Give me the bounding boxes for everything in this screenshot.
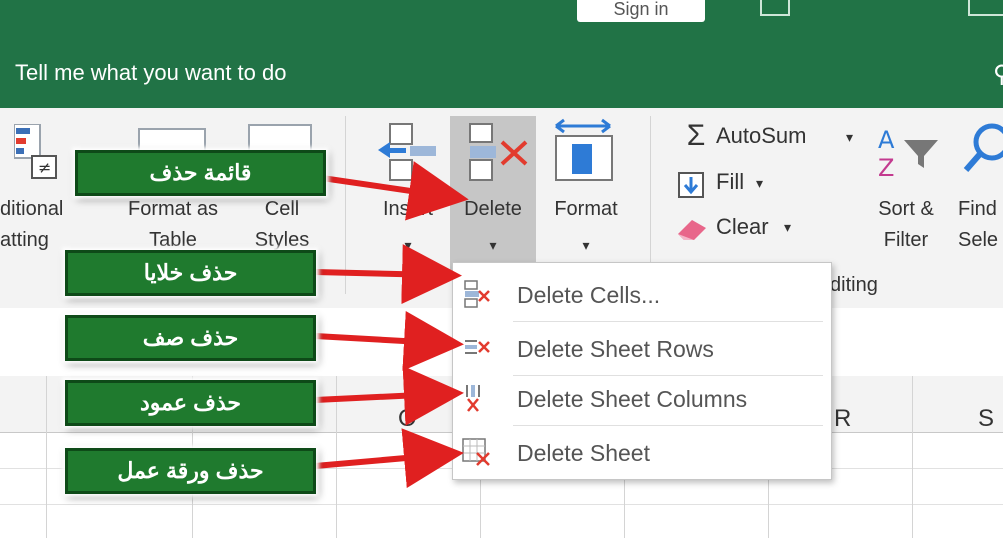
arrow-to-delete-columns	[314, 365, 464, 426]
callout-delete-column: حذف عمود	[65, 380, 316, 426]
arrow-to-delete-rows	[314, 311, 464, 371]
arrow-to-delete-cells	[314, 244, 462, 305]
callout-delete-menu: قائمة حذف	[75, 150, 326, 196]
arrow-to-delete-button	[321, 161, 469, 221]
arrow-to-delete-sheet	[314, 428, 464, 489]
callout-delete-sheet: حذف ورقة عمل	[65, 448, 316, 494]
callout-delete-cells: حذف خلايا	[65, 250, 316, 296]
excel-window: Sign in Tell me what you want to do ⚲ ≠ …	[0, 0, 1003, 538]
callout-delete-row: حذف صف	[65, 315, 316, 361]
